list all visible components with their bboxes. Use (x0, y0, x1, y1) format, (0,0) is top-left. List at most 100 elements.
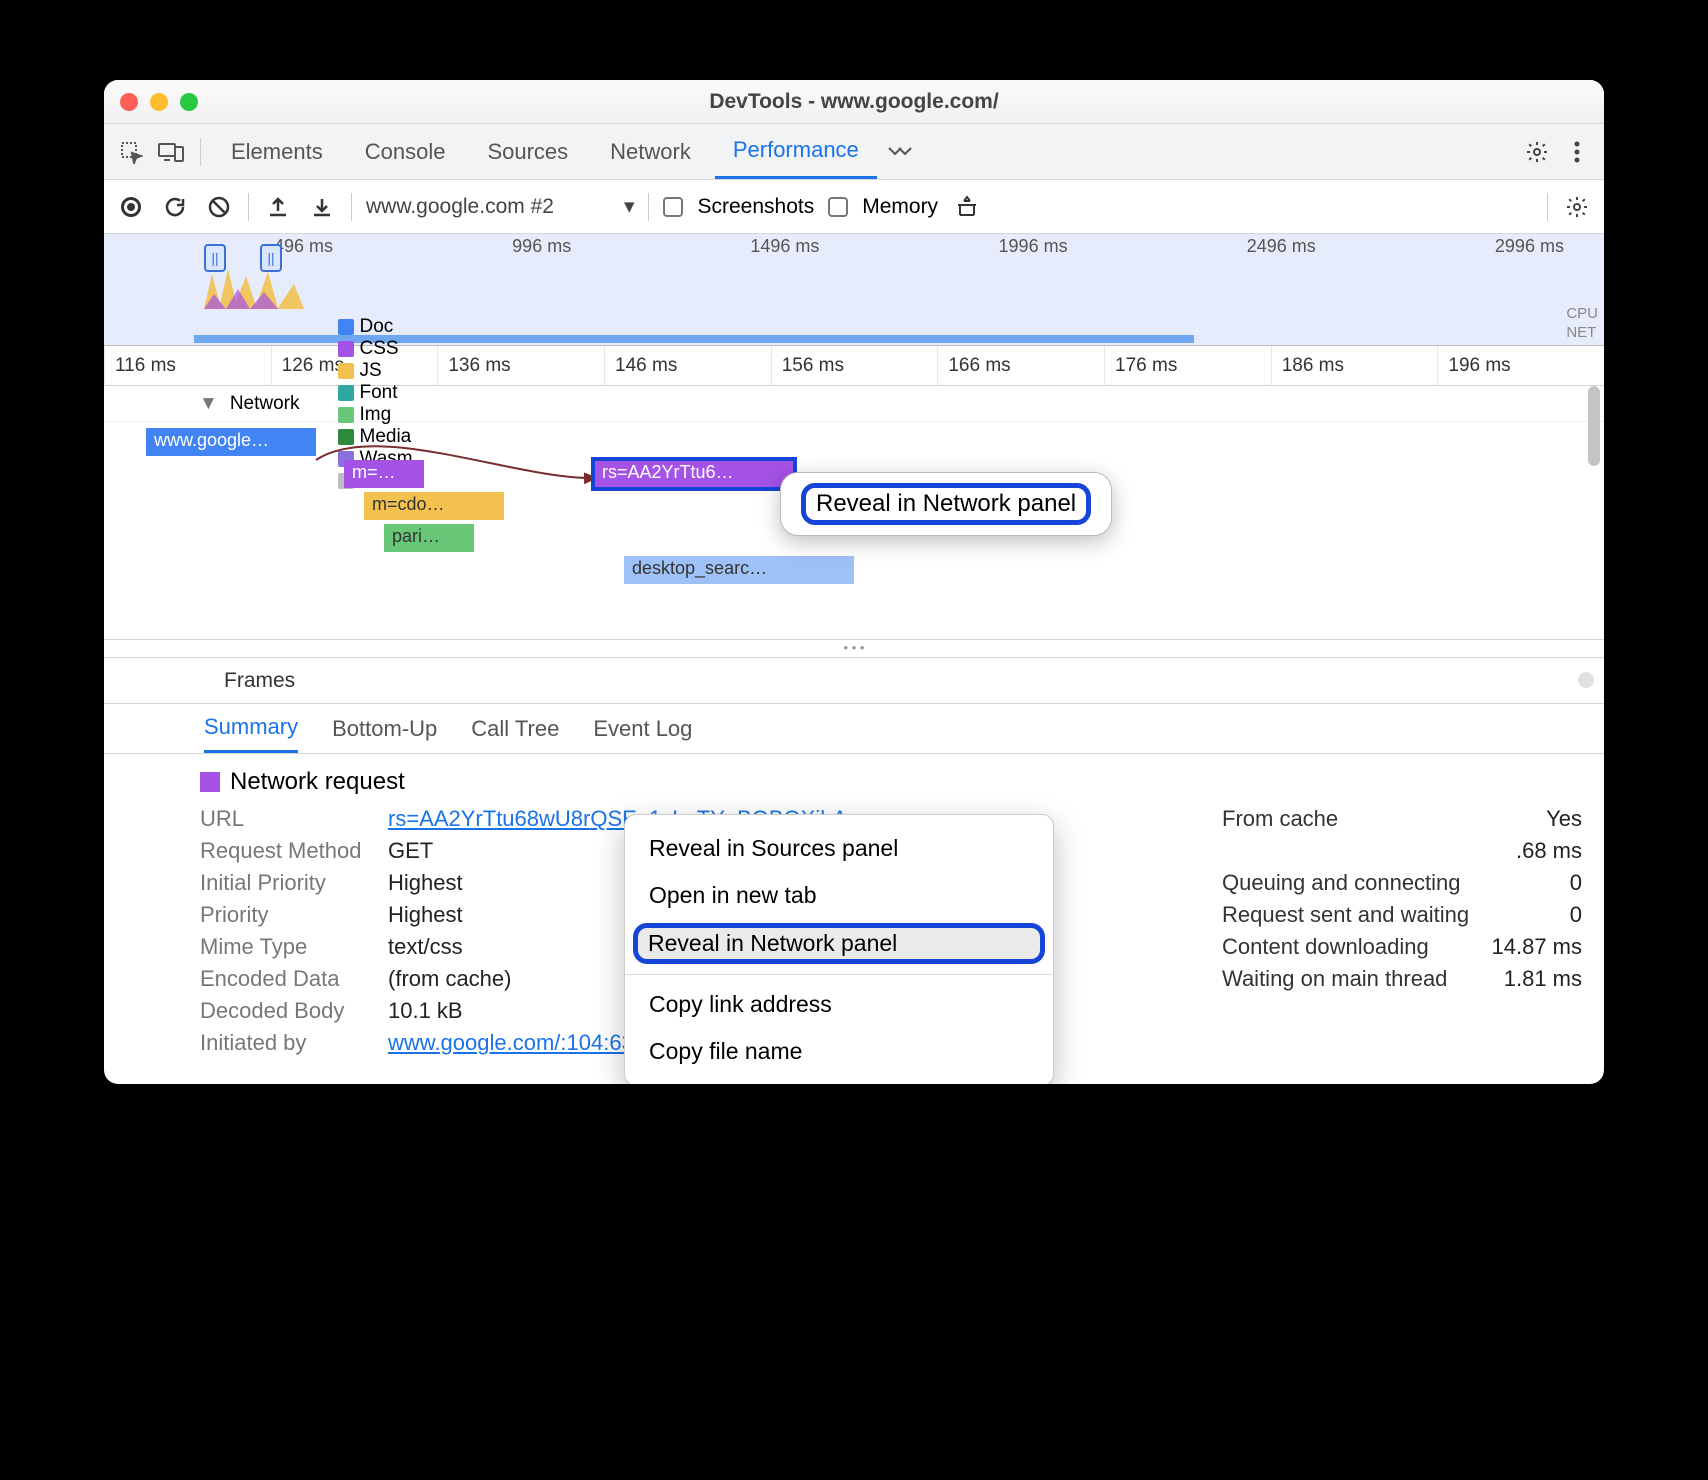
context-menu-item[interactable]: Open in new tab (625, 872, 1053, 919)
summary-value: Highest (388, 870, 463, 896)
dtab-bottomup[interactable]: Bottom-Up (332, 704, 437, 753)
panel-tabs: Elements Console Sources Network Perform… (104, 124, 1604, 180)
timing-value: .68 ms (1516, 838, 1582, 864)
recording-selector[interactable]: www.google.com #2 ▾ (366, 194, 634, 219)
record-button[interactable] (116, 192, 146, 222)
summary-label: URL (200, 806, 370, 832)
context-menu-item[interactable]: Reveal in Network panel (633, 923, 1045, 964)
context-menu-item[interactable]: Copy file name (625, 1028, 1053, 1075)
network-bar[interactable]: www.google… (146, 428, 316, 456)
performance-toolbar: www.google.com #2 ▾ Screenshots Memory (104, 180, 1604, 234)
timing-value: 0 (1570, 870, 1582, 896)
kebab-menu-icon[interactable] (1560, 135, 1594, 169)
upload-icon[interactable] (263, 192, 293, 222)
legend-item: Doc (338, 316, 413, 338)
reveal-tooltip: Reveal in Network panel (780, 472, 1112, 536)
context-menu-item[interactable]: Copy link address (625, 981, 1053, 1028)
memory-checkbox[interactable] (828, 197, 848, 217)
context-menu-item[interactable]: Reveal in Sources panel (625, 825, 1053, 872)
memory-label: Memory (862, 195, 938, 219)
summary-value: 10.1 kB (388, 998, 463, 1024)
tab-console[interactable]: Console (347, 124, 464, 179)
legend-label: Doc (360, 316, 394, 338)
network-bar[interactable]: pari… (384, 524, 474, 552)
timing-label: Queuing and connecting (1222, 870, 1461, 896)
titlebar: DevTools - www.google.com/ (104, 80, 1604, 124)
timing-label: Content downloading (1222, 934, 1429, 960)
summary-value: (from cache) (388, 966, 511, 992)
timing-label: From cache (1222, 806, 1338, 832)
legend-item: Font (338, 382, 413, 404)
tab-network[interactable]: Network (592, 124, 709, 179)
network-bar[interactable]: m=… (344, 460, 424, 488)
context-menu: Reveal in Sources panelOpen in new tabRe… (624, 814, 1054, 1084)
legend-swatch (338, 363, 354, 379)
legend-label: Font (360, 382, 398, 404)
timing-row: Waiting on main thread 1.81 ms (1222, 966, 1582, 992)
more-tabs-icon[interactable] (883, 135, 917, 169)
garbage-collect-icon[interactable] (952, 192, 982, 222)
summary-label: Decoded Body (200, 998, 370, 1024)
summary-value: text/css (388, 934, 463, 960)
timing-label: Waiting on main thread (1222, 966, 1447, 992)
timing-value: 1.81 ms (1504, 966, 1582, 992)
legend-swatch (338, 385, 354, 401)
timing-value: 14.87 ms (1492, 934, 1583, 960)
network-bar[interactable]: m=cdo… (364, 492, 504, 520)
tab-elements[interactable]: Elements (213, 124, 341, 179)
reveal-tooltip-text: Reveal in Network panel (801, 483, 1091, 525)
settings-icon[interactable] (1520, 135, 1554, 169)
track-label-net: NET (1566, 324, 1598, 341)
legend-item: JS (338, 360, 413, 382)
frames-label: Frames (224, 669, 295, 692)
inspect-icon[interactable] (114, 135, 148, 169)
reload-button[interactable] (160, 192, 190, 222)
track-toggle-icon[interactable] (1578, 672, 1594, 688)
legend-swatch (338, 341, 354, 357)
capture-settings-icon[interactable] (1562, 192, 1592, 222)
collapse-icon[interactable]: ▼ (199, 393, 218, 415)
category-color-icon (200, 772, 220, 792)
dtab-eventlog[interactable]: Event Log (593, 704, 692, 753)
summary-label: Encoded Data (200, 966, 370, 992)
timing-row: Request sent and waiting0 (1222, 902, 1582, 928)
cpu-graph (204, 264, 364, 309)
summary-value: Highest (388, 902, 463, 928)
frames-track[interactable]: Frames (104, 658, 1604, 704)
track-label-cpu: CPU (1566, 305, 1598, 322)
summary-label: Initiated by (200, 1030, 370, 1056)
dtab-summary[interactable]: Summary (204, 704, 298, 753)
legend-swatch (338, 407, 354, 423)
summary-label: Request Method (200, 838, 370, 864)
tab-performance[interactable]: Performance (715, 124, 877, 179)
summary-title: Network request (230, 768, 405, 796)
timing-value: 0 (1570, 902, 1582, 928)
devtools-window: DevTools - www.google.com/ Elements Cons… (104, 80, 1604, 1084)
timing-row: From cache Yes (1222, 806, 1582, 832)
clear-button[interactable] (204, 192, 234, 222)
download-icon[interactable] (307, 192, 337, 222)
network-section-title: Network (230, 393, 300, 415)
screenshots-checkbox[interactable] (663, 197, 683, 217)
summary-value: GET (388, 838, 433, 864)
summary-link[interactable]: www.google.com/:104:63 (388, 1030, 634, 1056)
legend-label: CSS (360, 338, 399, 360)
resize-handle[interactable]: • • • (104, 640, 1604, 658)
timing-value: Yes (1546, 806, 1582, 832)
scrollbar[interactable] (1588, 386, 1600, 466)
dtab-calltree[interactable]: Call Tree (471, 704, 559, 753)
tab-sources[interactable]: Sources (469, 124, 586, 179)
network-bar[interactable]: rs=AA2YrTtu6… (594, 460, 794, 488)
timeline-overview[interactable]: 496 ms996 ms 1496 ms1996 ms 2496 ms2996 … (104, 234, 1604, 346)
network-flamechart[interactable]: ▼ Network DocCSSJSFontImgMediaWasmOther … (104, 386, 1604, 640)
summary-label: Mime Type (200, 934, 370, 960)
network-bar[interactable]: desktop_searc… (624, 556, 854, 584)
legend-item: CSS (338, 338, 413, 360)
legend-label: JS (360, 360, 382, 382)
screenshots-label: Screenshots (697, 195, 814, 219)
recording-selector-value: www.google.com #2 (366, 195, 554, 219)
timing-row: Queuing and connecting 0 (1222, 870, 1582, 896)
timing-row: Content downloading 14.87 ms (1222, 934, 1582, 960)
device-toggle-icon[interactable] (154, 135, 188, 169)
window-title: DevTools - www.google.com/ (104, 90, 1604, 114)
